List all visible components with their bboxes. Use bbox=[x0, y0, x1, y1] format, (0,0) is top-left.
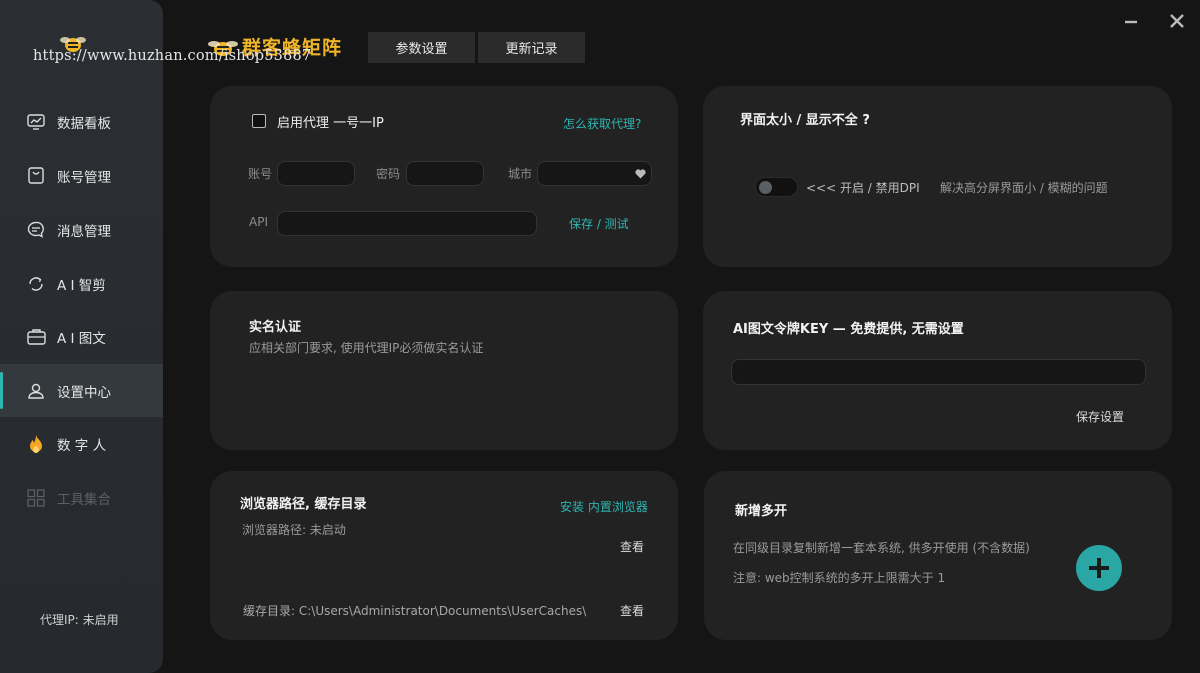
password-label: 密码 bbox=[376, 167, 401, 181]
ai-key-input[interactable] bbox=[731, 359, 1146, 385]
realname-title: 实名认证 bbox=[249, 320, 302, 335]
sidebar-item-settings[interactable]: 设置中心 bbox=[0, 364, 163, 417]
api-input[interactable] bbox=[277, 211, 537, 236]
dpi-title: 界面太小 / 显示不全 ? bbox=[740, 113, 870, 128]
sidebar-item-ai-cut[interactable]: A I 智剪 bbox=[0, 257, 163, 310]
sidebar-item-label: 账号管理 bbox=[57, 169, 111, 186]
flame-icon bbox=[26, 434, 46, 454]
sidebar-item-label: 工具集合 bbox=[57, 491, 111, 508]
sidebar: 数据看板 账号管理 消息管理 A I 智剪 A I 图文 设置中心 数 字 人 … bbox=[0, 0, 163, 673]
view-cache-button[interactable]: 查看 bbox=[620, 602, 644, 619]
browser-path-text: 浏览器路径: 未启动 bbox=[242, 523, 346, 537]
save-test-button[interactable]: 保存 / 测试 bbox=[569, 215, 629, 232]
sidebar-item-label: 消息管理 bbox=[57, 223, 111, 240]
view-browser-button[interactable]: 查看 bbox=[620, 538, 644, 555]
browser-card: 浏览器路径, 缓存目录 安装 内置浏览器 浏览器路径: 未启动 查看 缓存目录:… bbox=[210, 471, 678, 640]
add-instance-button[interactable] bbox=[1076, 545, 1122, 591]
grid-icon bbox=[26, 488, 46, 508]
api-label: API bbox=[249, 215, 268, 229]
multi-open-card: 新增多开 在同级目录复制新增一套本系统, 供多开使用 (不含数据) 注意: we… bbox=[704, 471, 1172, 640]
realname-card: 实名认证 应相关部门要求, 使用代理IP必须做实名认证 bbox=[210, 291, 678, 450]
dpi-toggle-label: <<< 开启 / 禁用DPI bbox=[806, 181, 920, 195]
chart-monitor-icon bbox=[26, 112, 46, 132]
sidebar-item-label: 设置中心 bbox=[57, 384, 111, 401]
close-icon[interactable] bbox=[1166, 10, 1188, 32]
enable-proxy-label: 启用代理 一号一IP bbox=[277, 116, 384, 131]
cache-dir-text: 缓存目录: C:\Users\Administrator\Documents\U… bbox=[243, 604, 587, 618]
proxy-card: 启用代理 一号一IP 怎么获取代理? 账号 密码 城市 API 保存 / 测试 bbox=[210, 86, 678, 267]
minimize-icon[interactable] bbox=[1120, 10, 1142, 32]
password-input[interactable] bbox=[406, 161, 484, 186]
multi-open-description: 在同级目录复制新增一套本系统, 供多开使用 (不含数据) bbox=[733, 541, 1030, 555]
sidebar-item-label: A I 图文 bbox=[57, 330, 106, 347]
briefcase-icon bbox=[26, 327, 46, 347]
sidebar-item-label: 数据看板 bbox=[57, 115, 111, 132]
watermark-text: https://www.huzhan.com/ishop53887 bbox=[33, 48, 312, 64]
sidebar-item-messages[interactable]: 消息管理 bbox=[0, 203, 163, 256]
multi-open-note: 注意: web控制系统的多开上限需大于 1 bbox=[733, 571, 946, 585]
dpi-description: 解决高分屏界面小 / 模糊的问题 bbox=[940, 181, 1108, 195]
ai-key-title: AI图文令牌KEY — 免费提供, 无需设置 bbox=[733, 322, 964, 337]
realname-description: 应相关部门要求, 使用代理IP必须做实名认证 bbox=[249, 341, 484, 355]
enable-proxy-checkbox[interactable] bbox=[252, 114, 266, 128]
tab-changelog[interactable]: 更新记录 bbox=[478, 32, 585, 63]
sidebar-item-accounts[interactable]: 账号管理 bbox=[0, 149, 163, 202]
proxy-status-text: 代理IP: 未启用 bbox=[40, 613, 119, 627]
chat-bubble-icon bbox=[26, 220, 46, 240]
install-browser-link[interactable]: 安装 内置浏览器 bbox=[560, 498, 648, 515]
sidebar-item-label: A I 智剪 bbox=[57, 277, 106, 294]
save-settings-button[interactable]: 保存设置 bbox=[1076, 408, 1124, 425]
account-input[interactable] bbox=[277, 161, 355, 186]
ai-key-card: AI图文令牌KEY — 免费提供, 无需设置 保存设置 bbox=[703, 291, 1172, 450]
heart-dropdown-icon bbox=[635, 169, 646, 179]
user-settings-icon bbox=[26, 381, 46, 401]
sidebar-item-label: 数 字 人 bbox=[57, 437, 107, 454]
city-label: 城市 bbox=[508, 167, 533, 181]
city-select[interactable] bbox=[537, 161, 652, 186]
account-label: 账号 bbox=[248, 167, 273, 181]
tab-params[interactable]: 参数设置 bbox=[368, 32, 475, 63]
get-proxy-link[interactable]: 怎么获取代理? bbox=[563, 115, 641, 132]
refresh-cut-icon bbox=[26, 274, 46, 294]
sidebar-item-digital-human[interactable]: 数 字 人 bbox=[0, 417, 163, 470]
dpi-toggle[interactable] bbox=[755, 177, 798, 197]
browser-title: 浏览器路径, 缓存目录 bbox=[240, 497, 367, 512]
sidebar-item-tools[interactable]: 工具集合 bbox=[0, 471, 163, 524]
dpi-card: 界面太小 / 显示不全 ? <<< 开启 / 禁用DPI 解决高分屏界面小 / … bbox=[703, 86, 1172, 267]
sidebar-item-dashboard[interactable]: 数据看板 bbox=[0, 95, 163, 148]
plus-icon bbox=[1089, 558, 1109, 578]
multi-open-title: 新增多开 bbox=[735, 504, 788, 519]
account-bag-icon bbox=[26, 166, 46, 186]
sidebar-item-ai-article[interactable]: A I 图文 bbox=[0, 310, 163, 363]
